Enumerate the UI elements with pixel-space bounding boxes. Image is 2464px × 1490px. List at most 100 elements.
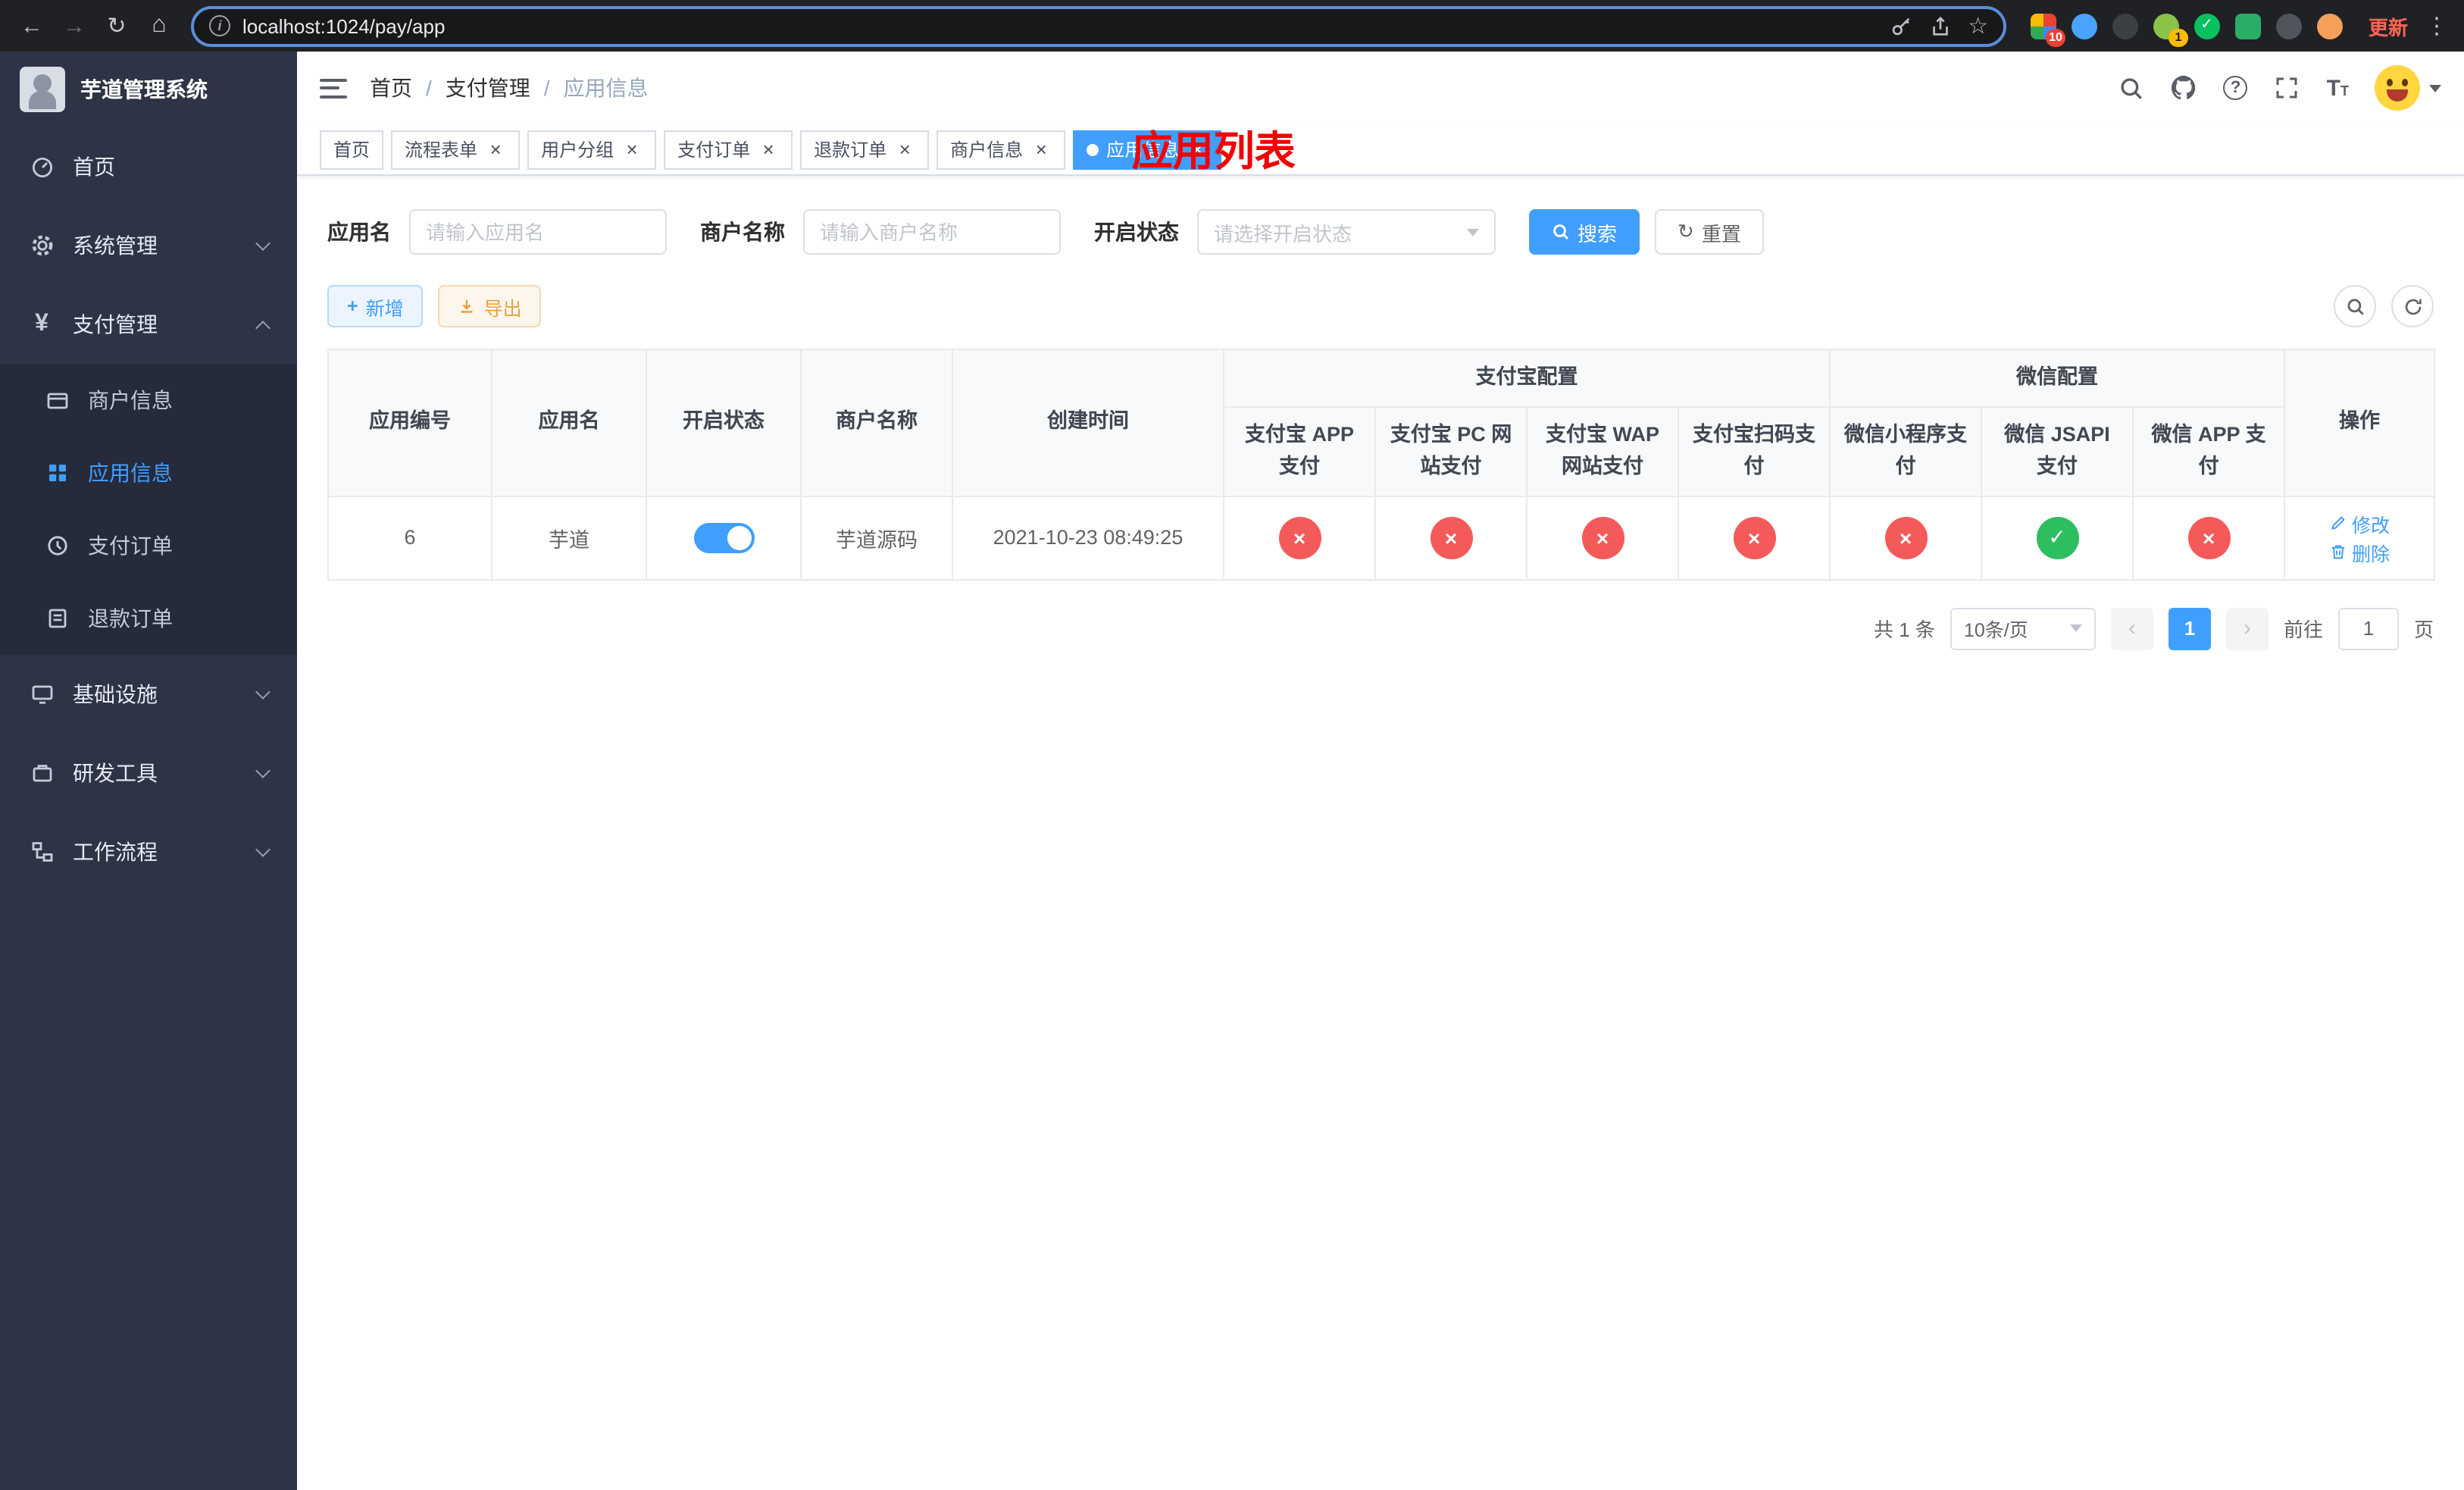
cell-actions: 修改 删除 <box>2284 495 2436 581</box>
tab-close-icon[interactable] <box>621 139 643 160</box>
status-fail-icon: × <box>1278 516 1321 559</box>
extension-badge: 1 <box>2168 28 2188 46</box>
document-icon <box>44 606 70 631</box>
github-icon[interactable] <box>2171 74 2198 102</box>
page-title: 应用列表 <box>1131 129 1296 174</box>
extension-check-icon[interactable] <box>2194 13 2220 39</box>
chevron-down-icon <box>255 235 270 250</box>
tab-user-group[interactable]: 用户分组 <box>527 130 657 169</box>
breadcrumb-current: 应用信息 <box>563 76 649 100</box>
app-name-input[interactable] <box>409 209 667 255</box>
sidebar-item-home[interactable]: 首页 <box>0 127 297 206</box>
col-header-wx-jsapi: 微信 JSAPI 支付 <box>1981 405 2134 497</box>
page-size-select[interactable]: 10条/页 <box>1950 607 2096 650</box>
status-fail-icon: × <box>1884 516 1927 559</box>
next-page-button[interactable] <box>2225 607 2269 650</box>
key-icon[interactable] <box>1889 14 1912 37</box>
sidebar-item-pay-order[interactable]: 支付订单 <box>0 509 297 582</box>
search-button-label: 搜索 <box>1578 222 1618 245</box>
reload-icon[interactable] <box>97 6 136 45</box>
browser-menu-icon[interactable] <box>2422 12 2452 39</box>
breadcrumb-home[interactable]: 首页 <box>370 73 412 103</box>
sidebar-item-payment[interactable]: ¥ 支付管理 <box>0 285 297 364</box>
sidebar-item-merchant-info[interactable]: 商户信息 <box>0 364 297 437</box>
tab-close-icon[interactable] <box>894 139 915 160</box>
tab-pay-order[interactable]: 支付订单 <box>664 130 793 169</box>
current-page-button[interactable]: 1 <box>2168 607 2211 650</box>
sidebar-item-label: 应用信息 <box>88 461 173 485</box>
tab-label: 流程表单 <box>405 139 478 161</box>
export-button[interactable]: 导出 <box>438 285 542 327</box>
sidebar-logo[interactable]: 芋道管理系统 <box>0 52 297 127</box>
url-bar[interactable]: i localhost:1024/pay/app <box>191 5 2006 46</box>
tab-refund-order[interactable]: 退款订单 <box>800 130 930 169</box>
cell-alipay-pc: × <box>1374 495 1527 581</box>
col-header-alipay-wap: 支付宝 WAP 网站支付 <box>1526 405 1679 497</box>
goto-page-input[interactable] <box>2337 607 2399 650</box>
hamburger-icon[interactable] <box>320 78 347 98</box>
extension-drop-icon[interactable] <box>2071 13 2097 39</box>
extension-chat-icon[interactable] <box>2234 13 2261 39</box>
extension-grid-icon[interactable]: 10 <box>2030 13 2065 46</box>
chevron-up-icon <box>255 321 270 336</box>
screen: i localhost:1024/pay/app 10 1 更新 <box>0 0 2464 1490</box>
status-success-icon: ✓ <box>2036 516 2078 559</box>
tab-close-icon[interactable] <box>1030 139 1052 160</box>
reset-button[interactable]: 重置 <box>1655 209 1764 255</box>
tab-home[interactable]: 首页 <box>320 130 384 169</box>
sidebar-item-workflow[interactable]: 工作流程 <box>0 812 297 891</box>
status-toggle[interactable] <box>693 522 754 553</box>
extension-avatar-icon[interactable]: 1 <box>2153 13 2188 46</box>
sidebar-item-app-info[interactable]: 应用信息 <box>0 437 297 509</box>
breadcrumb-separator: / <box>426 76 432 100</box>
tab-close-icon[interactable] <box>758 139 779 160</box>
add-button[interactable]: 新增 <box>327 285 424 327</box>
merchant-name-input[interactable] <box>803 209 1061 255</box>
delete-link[interactable]: 删除 <box>2329 538 2390 567</box>
extension-face-icon[interactable] <box>2316 13 2343 39</box>
bookmark-star-icon[interactable] <box>1968 11 1988 40</box>
back-icon[interactable] <box>12 6 52 45</box>
help-icon[interactable]: ? <box>2223 76 2248 100</box>
url-text[interactable]: localhost:1024/pay/app <box>242 14 1877 37</box>
fullscreen-icon[interactable] <box>2274 74 2301 102</box>
sidebar-item-infrastructure[interactable]: 基础设施 <box>0 655 297 734</box>
tab-close-icon[interactable] <box>485 139 506 160</box>
browser-update-button[interactable]: 更新 <box>2358 11 2419 40</box>
sidebar-item-label: 首页 <box>73 155 115 179</box>
search-button[interactable]: 搜索 <box>1529 209 1640 255</box>
tab-merchant-info[interactable]: 商户信息 <box>937 130 1066 169</box>
sidebar-item-dev-tools[interactable]: 研发工具 <box>0 734 297 812</box>
workflow-icon <box>29 839 55 865</box>
col-header-app-id: 应用编号 <box>327 349 492 497</box>
home-icon[interactable] <box>139 6 179 45</box>
extension-pin-icon[interactable] <box>2275 13 2302 39</box>
breadcrumb-payment[interactable]: 支付管理 <box>446 73 530 103</box>
tab-process-form[interactable]: 流程表单 <box>391 130 521 169</box>
table-toolbar: 新增 导出 <box>327 285 2434 327</box>
filter-form: 应用名 商户名称 开启状态 请选择开启状态 <box>327 209 2434 255</box>
show-search-button[interactable] <box>2334 285 2376 327</box>
search-icon[interactable] <box>2118 74 2145 102</box>
site-info-icon[interactable]: i <box>209 15 230 36</box>
page-content: 应用名 商户名称 开启状态 请选择开启状态 <box>297 176 2464 1490</box>
pagination-total: 共 1 条 <box>1874 618 1935 642</box>
extension-dark-icon[interactable] <box>2112 13 2138 39</box>
gear-icon <box>29 233 55 258</box>
refresh-button[interactable] <box>2391 285 2434 327</box>
user-menu[interactable] <box>2375 65 2441 111</box>
forward-icon[interactable] <box>55 6 94 45</box>
status-fail-icon: × <box>1581 516 1624 559</box>
share-icon[interactable] <box>1928 14 1951 37</box>
cell-merchant: 芋道源码 <box>800 495 953 581</box>
chevron-down-icon <box>255 684 270 699</box>
status-select[interactable]: 请选择开启状态 <box>1197 209 1496 255</box>
col-header-alipay-pc: 支付宝 PC 网站支付 <box>1374 405 1527 497</box>
sidebar-item-system[interactable]: 系统管理 <box>0 206 297 285</box>
prev-page-button[interactable] <box>2110 607 2153 650</box>
edit-link[interactable]: 修改 <box>2329 509 2390 538</box>
font-size-icon[interactable]: TT <box>2327 77 2349 99</box>
table-row: 6 芋道 芋道源码 2021-10-23 08:49:25 × × × × × … <box>327 495 2436 581</box>
sidebar-item-refund-order[interactable]: 退款订单 <box>0 582 297 655</box>
edit-link-label: 修改 <box>2352 515 2391 537</box>
